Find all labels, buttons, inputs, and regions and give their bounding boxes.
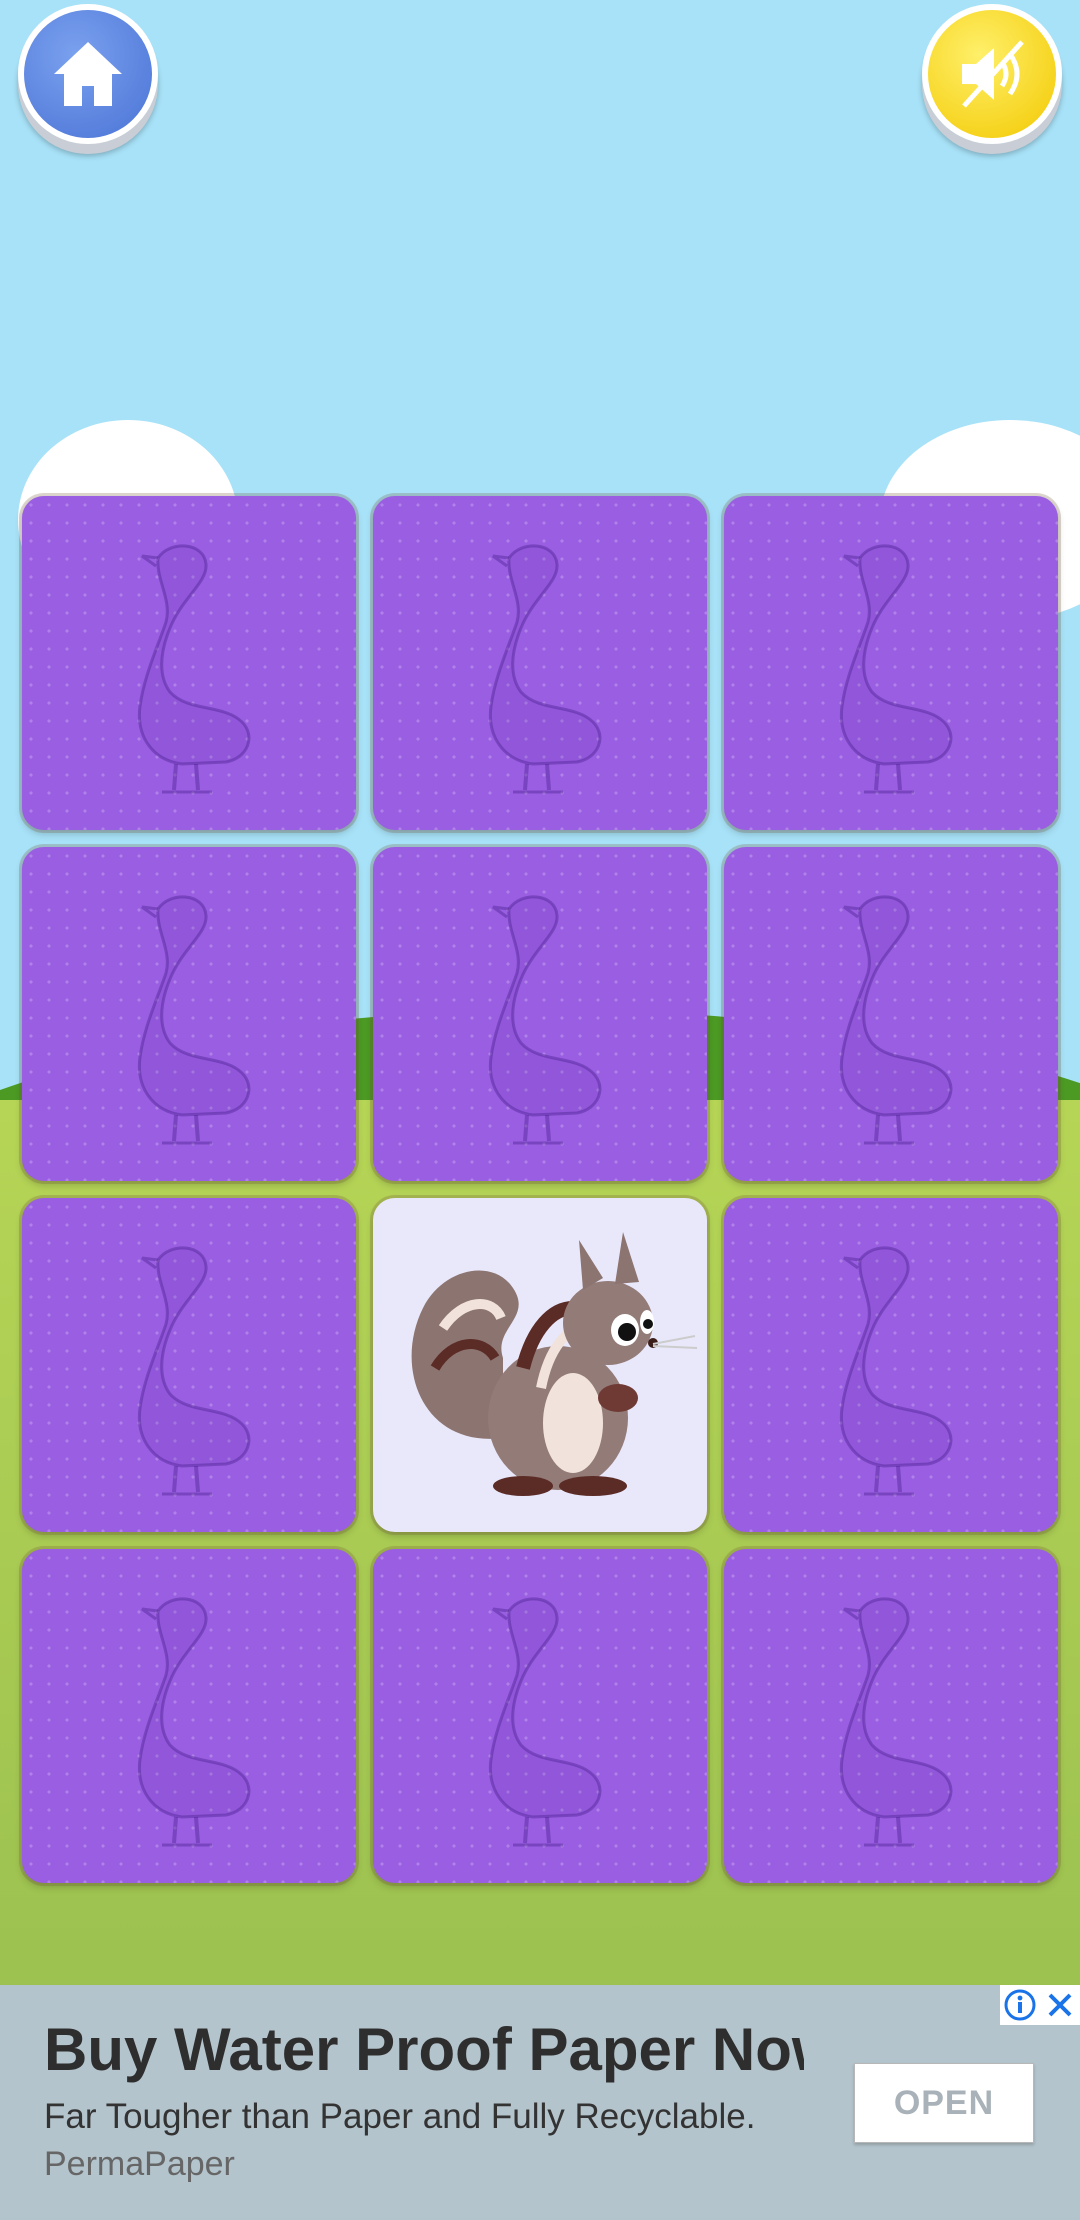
ad-choices: [1000, 1985, 1080, 2025]
goose-outline-icon: [488, 1597, 602, 1847]
memory-card[interactable]: [724, 847, 1058, 1181]
memory-card[interactable]: [724, 1198, 1058, 1532]
ad-advertiser: PermaPaper: [44, 2145, 235, 2183]
ad-banner[interactable]: Buy Water Proof Paper Now Far Tougher th…: [0, 1985, 1080, 2220]
ad-open-button[interactable]: OPEN: [854, 2063, 1034, 2143]
memory-card-grid: [22, 496, 1058, 1883]
memory-card-revealed[interactable]: [373, 1198, 707, 1532]
game-screen: Buy Water Proof Paper Now Far Tougher th…: [0, 0, 1080, 2220]
goose-outline-icon: [137, 1597, 251, 1847]
sound-muted-icon: [962, 40, 1024, 108]
goose-outline-icon: [137, 895, 251, 1145]
memory-card[interactable]: [22, 1198, 356, 1532]
info-icon[interactable]: [1003, 1988, 1037, 2022]
memory-card[interactable]: [724, 496, 1058, 830]
ad-description: Far Tougher than Paper and Fully Recycla…: [44, 2097, 756, 2136]
memory-card[interactable]: [373, 1549, 707, 1883]
goose-outline-icon: [488, 544, 602, 794]
memory-card[interactable]: [22, 496, 356, 830]
goose-outline-icon: [488, 895, 602, 1145]
home-icon: [54, 42, 122, 106]
goose-outline-icon: [839, 895, 953, 1145]
home-button[interactable]: [18, 4, 158, 144]
sound-toggle-button[interactable]: [922, 4, 1062, 144]
goose-outline-icon: [839, 544, 953, 794]
memory-card[interactable]: [373, 847, 707, 1181]
memory-card[interactable]: [373, 496, 707, 830]
memory-card[interactable]: [22, 1549, 356, 1883]
goose-outline-icon: [137, 544, 251, 794]
goose-outline-icon: [137, 1246, 251, 1496]
memory-card[interactable]: [22, 847, 356, 1181]
squirrel-image: [411, 1232, 698, 1496]
goose-outline-icon: [839, 1246, 953, 1496]
memory-card[interactable]: [724, 1549, 1058, 1883]
goose-outline-icon: [839, 1597, 953, 1847]
close-icon[interactable]: [1043, 1988, 1077, 2022]
ad-headline[interactable]: Buy Water Proof Paper Now: [44, 2015, 804, 2084]
